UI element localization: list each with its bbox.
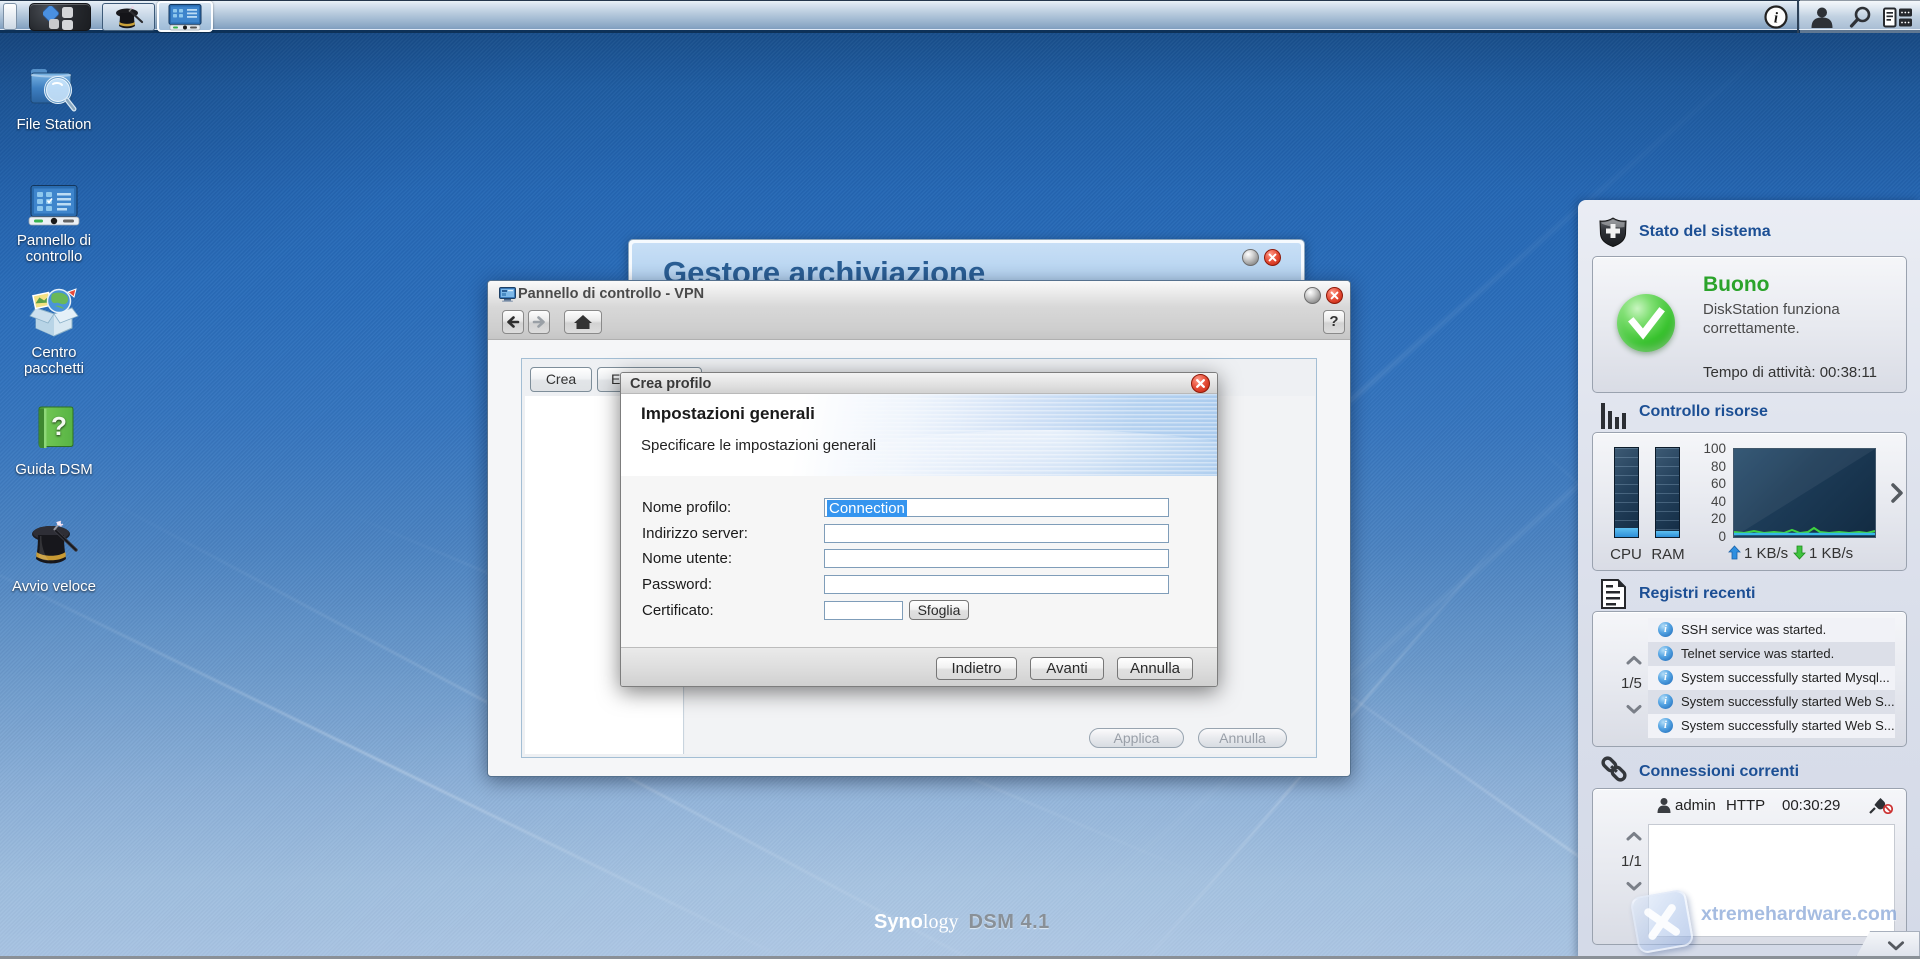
svg-text:?: ? <box>51 411 67 441</box>
